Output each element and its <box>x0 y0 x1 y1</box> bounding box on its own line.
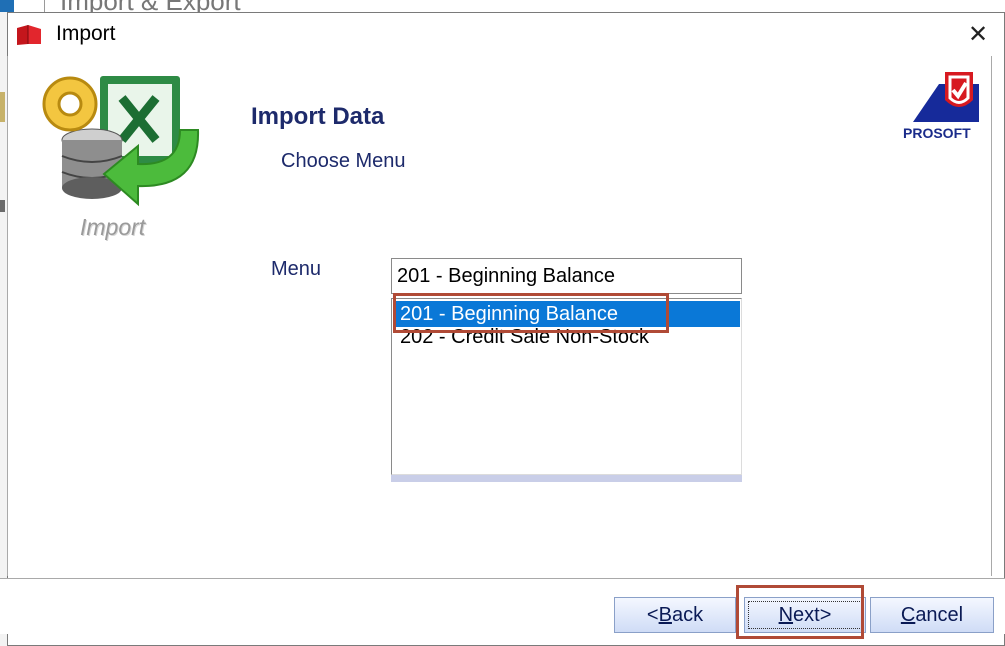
back-button[interactable]: <Back <box>614 597 736 633</box>
listbox-shadow <box>391 475 742 482</box>
annotation-highlight-next <box>736 585 864 639</box>
dialog-title: Import <box>56 22 116 45</box>
background-left-mark <box>0 92 5 122</box>
back-button-label: ack <box>671 604 704 626</box>
dialog-content: Import Import Data Choose Menu PROSOFT M… <box>7 56 992 576</box>
hero-label: Import <box>80 214 146 240</box>
cancel-button-label: ancel <box>915 604 964 626</box>
import-hero: Import <box>30 70 210 245</box>
background-app-icon <box>0 0 14 12</box>
back-button-prefix: < <box>646 604 659 626</box>
dialog-titlebar: Import ✕ <box>8 13 1004 57</box>
app-book-icon <box>17 25 41 45</box>
menu-label: Menu <box>271 258 322 280</box>
logo-text: PROSOFT <box>903 125 971 141</box>
import-database-excel-icon <box>42 76 200 207</box>
prosoft-logo: PROSOFT <box>899 68 991 144</box>
background-left-mark <box>0 200 5 212</box>
close-button[interactable]: ✕ <box>960 17 996 53</box>
cancel-button[interactable]: Cancel <box>870 597 994 633</box>
back-button-accesskey: B <box>658 604 672 626</box>
prosoft-logo-icon <box>913 72 979 122</box>
cancel-button-accesskey: C <box>900 604 916 626</box>
close-icon: ✕ <box>967 21 989 48</box>
page-subheading: Choose Menu <box>281 150 406 172</box>
background-divider <box>44 0 45 12</box>
page-heading: Import Data <box>251 103 385 130</box>
annotation-highlight-list-item <box>393 293 669 333</box>
menu-combobox[interactable]: 201 - Beginning Balance <box>391 258 742 294</box>
